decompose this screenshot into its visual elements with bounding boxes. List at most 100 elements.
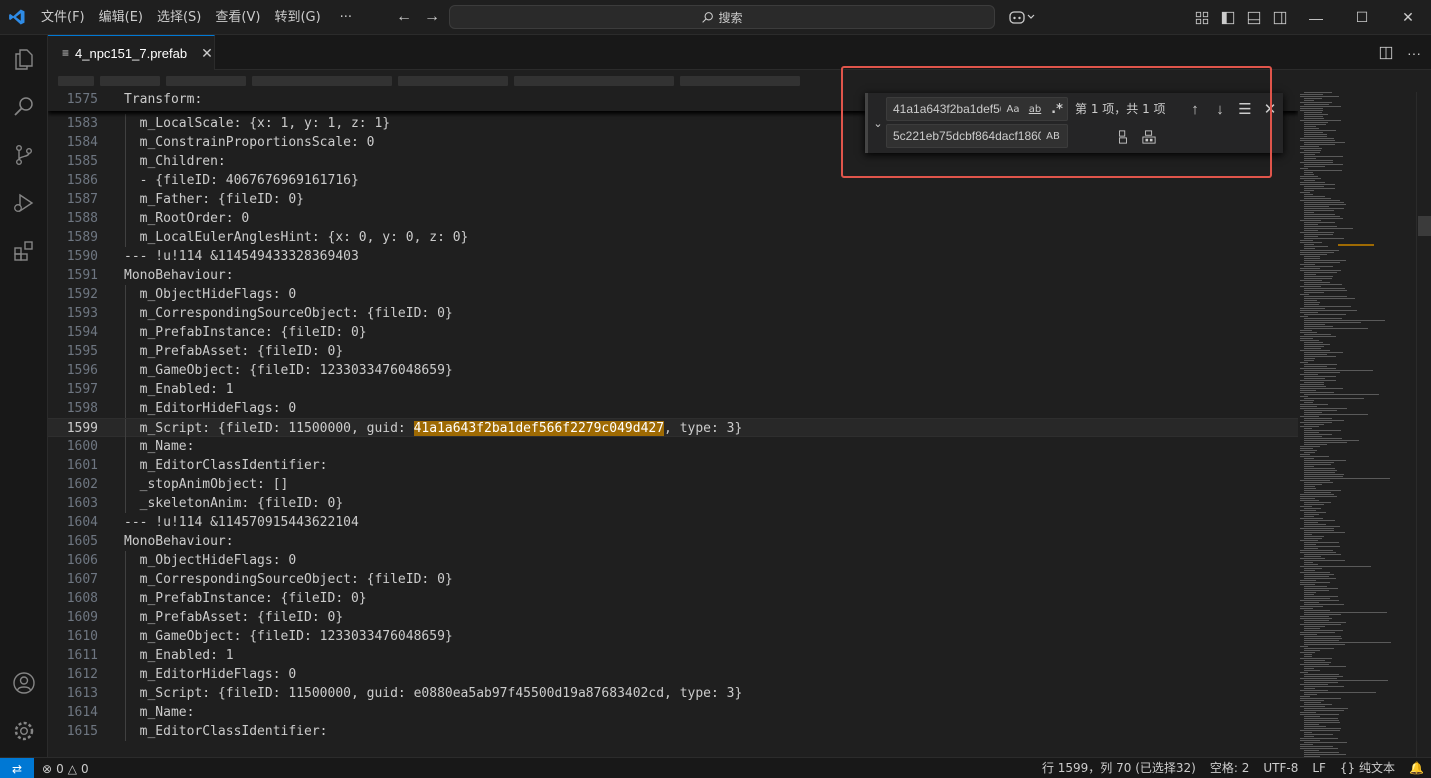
replace-input[interactable]: 5c221eb75dcbf864dacf186025de AB [886,124,1068,148]
menu-selection[interactable]: 选择(S) [150,0,208,35]
code-line[interactable]: 1590 --- !u!114 &114549433328369403 [48,247,1298,266]
code-line[interactable]: 1606 m_ObjectHideFlags: 0 [48,551,1298,570]
code-line[interactable]: 1591 MonoBehaviour: [48,266,1298,285]
customize-layout-icon[interactable] [1190,6,1214,30]
minimap[interactable] [1298,92,1416,757]
copilot-icon[interactable] [1006,5,1038,29]
code-line[interactable]: 1600 m_Name: [48,437,1298,456]
code-line[interactable]: 1587 m_Father: {fileID: 0} [48,190,1298,209]
language-mode[interactable]: {} 纯文本 [1333,758,1402,778]
code-editor[interactable]: 1575 Transform: 1583 m_LocalScale: {x: 1… [48,92,1298,757]
split-editor-icon[interactable] [1375,42,1397,64]
code-line[interactable]: 1603 _skeletonAnim: {fileID: 0} [48,494,1298,513]
minimap-line [1304,534,1312,535]
remote-icon[interactable]: ⇄ [0,758,34,778]
minimap-line [1304,324,1325,325]
menu-go[interactable]: 转到(G) [267,0,327,35]
explorer-icon[interactable] [0,35,48,83]
replace-all-icon[interactable] [1138,126,1160,148]
code-line[interactable]: 1597 m_Enabled: 1 [48,380,1298,399]
code-line[interactable]: 1589 m_LocalEulerAnglesHint: {x: 0, y: 0… [48,228,1298,247]
toggle-secondary-sidebar-icon[interactable] [1268,6,1292,30]
chevron-down-icon[interactable]: ⌄ [871,93,885,153]
code-line[interactable]: 1609 m_PrefabAsset: {fileID: 0} [48,608,1298,627]
search-icon[interactable] [0,83,48,131]
minimap-line [1300,184,1335,185]
menu-more[interactable]: ··· [328,0,359,35]
code-line[interactable]: 1596 m_GameObject: {fileID: 123303347604… [48,361,1298,380]
code-line[interactable]: 1614 m_Name: [48,703,1298,722]
code-line[interactable]: 1594 m_PrefabInstance: {fileID: 0} [48,323,1298,342]
arrow-left-icon[interactable]: ← [391,5,417,29]
minimize-icon[interactable]: — [1293,0,1339,35]
problems-indicator[interactable]: ⊗ 0 △ 0 [42,758,89,778]
minimap-line [1300,220,1321,221]
code-line[interactable]: 1610 m_GameObject: {fileID: 123303347604… [48,627,1298,646]
preserve-case-icon[interactable]: AB [1043,127,1063,145]
code-line[interactable]: 1588 m_RootOrder: 0 [48,209,1298,228]
code-text: m_Name: [124,439,195,454]
toggle-primary-sidebar-icon[interactable] [1216,6,1240,30]
menu-file[interactable]: 文件(F) [34,0,92,35]
toggle-panel-icon[interactable] [1242,6,1266,30]
maximize-icon[interactable]: ☐ [1339,0,1385,35]
indent-guide [125,494,126,513]
code-line[interactable]: 1613 m_Script: {fileID: 11500000, guid: … [48,684,1298,703]
arrow-down-icon[interactable]: ↓ [1209,98,1231,120]
code-line[interactable]: 1592 m_ObjectHideFlags: 0 [48,285,1298,304]
replace-one-icon[interactable] [1112,126,1134,148]
warning-count: 0 [80,761,89,776]
whole-word-icon[interactable]: ab [1025,100,1045,118]
arrow-right-icon[interactable]: → [419,5,445,29]
minimap-line [1304,470,1337,471]
vertical-scrollbar[interactable] [1416,92,1431,757]
run-debug-icon[interactable] [0,179,48,227]
find-in-selection-icon[interactable]: ☰ [1234,98,1256,120]
code-line[interactable]: 1611 m_Enabled: 1 [48,646,1298,665]
code-line[interactable]: 1593 m_CorrespondingSourceObject: {fileI… [48,304,1298,323]
close-icon[interactable]: ✕ [1259,98,1281,120]
command-center-search[interactable]: 搜索 [449,5,995,29]
minimap-line [1304,524,1326,525]
code-line[interactable]: 1605 MonoBehaviour: [48,532,1298,551]
more-actions-icon[interactable]: ··· [1403,42,1425,64]
encoding[interactable]: UTF-8 [1256,758,1305,778]
minimap-line [1300,242,1322,243]
cursor-position[interactable]: 行 1599，列 70 (已选择32) [1035,758,1203,778]
code-line[interactable]: 1595 m_PrefabAsset: {fileID: 0} [48,342,1298,361]
code-line[interactable]: 1598 m_EditorHideFlags: 0 [48,399,1298,418]
extensions-icon[interactable] [0,227,48,275]
find-input[interactable]: 41a1a643f2ba1def566f2279c049d427 Aa ab .… [886,97,1068,121]
code-line[interactable]: 1607 m_CorrespondingSourceObject: {fileI… [48,570,1298,589]
arrow-up-icon[interactable]: ↑ [1184,98,1206,120]
tab-active-file[interactable]: ≡ 4_npc151_7.prefab ✕ [48,35,215,70]
menu-edit[interactable]: 编辑(E) [92,0,150,35]
regex-icon[interactable]: .* [1047,100,1067,118]
code-line[interactable]: 1599 m_Script: {fileID: 11500000, guid: … [48,418,1298,438]
code-line[interactable]: 1608 m_PrefabInstance: {fileID: 0} [48,589,1298,608]
account-icon[interactable] [0,659,48,707]
code-line[interactable]: 1585 m_Children: [48,152,1298,171]
end-of-line[interactable]: LF [1305,758,1333,778]
close-window-icon[interactable]: ✕ [1385,0,1431,35]
scrollbar-thumb[interactable] [1418,216,1431,236]
minimap-line [1304,118,1324,119]
match-case-icon[interactable]: Aa [1003,100,1023,118]
bell-icon[interactable]: 🔔 [1402,758,1431,778]
indentation[interactable]: 空格: 2 [1203,758,1257,778]
close-icon[interactable]: ✕ [201,45,213,62]
source-control-icon[interactable] [0,131,48,179]
menu-view[interactable]: 查看(V) [208,0,267,35]
minimap-line [1304,428,1312,429]
minimap-line [1304,136,1327,137]
code-line[interactable]: 1612 m_EditorHideFlags: 0 [48,665,1298,684]
code-line[interactable]: 1601 m_EditorClassIdentifier: [48,456,1298,475]
gear-icon[interactable] [0,707,48,755]
code-text: _stopAnimObject: [] [124,477,289,492]
minimap-line [1304,726,1326,727]
code-line[interactable]: 1602 _stopAnimObject: [] [48,475,1298,494]
code-line[interactable]: 1615 m_EditorClassIdentifier: [48,722,1298,741]
code-line[interactable]: 1586 - {fileID: 4067676969161716} [48,171,1298,190]
line-number: 1587 [66,192,98,207]
code-line[interactable]: 1604 --- !u!114 &114570915443622104 [48,513,1298,532]
